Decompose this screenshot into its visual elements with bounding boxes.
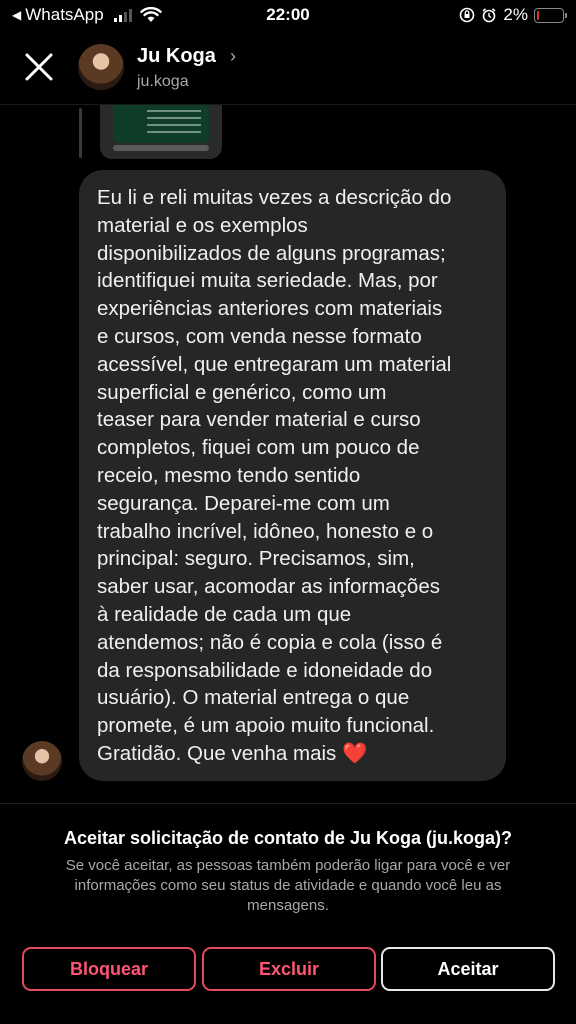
header-divider — [0, 104, 576, 105]
message-line: atendemos; não é copia e cola (isso é — [97, 630, 443, 654]
message-line: usuário). O material entrega o que — [97, 686, 410, 710]
message-line: receio, mesmo tendo sentido — [97, 463, 361, 487]
message-line: trabalho incrível, idôneo, honesto e o — [97, 519, 434, 543]
message-line: Eu li e reli muitas vezes a descrição do — [97, 186, 452, 209]
message-line: experiências anteriores com materiais — [97, 297, 443, 321]
message-line: principal: seguro. Precisamos, sim, — [97, 547, 415, 571]
message-line: material e os exemplos — [97, 213, 308, 237]
message-line: superficial e genérico, como um — [97, 380, 387, 404]
message-line: teaser para vender material e curso — [97, 408, 421, 432]
message-request-panel: Aceitar solicitação de contato de Ju Kog… — [0, 803, 576, 1024]
request-title: Aceitar solicitação de contato de Ju Kog… — [63, 828, 513, 848]
message-text: Gratidão. Que venha mais — [97, 741, 337, 765]
sender-avatar[interactable] — [22, 741, 62, 781]
block-button[interactable]: Bloquear — [22, 947, 196, 991]
message-line: da responsabilidade e idoneidade do — [97, 658, 433, 682]
chat-header: Ju Koga › ju.koga — [0, 36, 576, 100]
screenshot-preview — [113, 105, 209, 143]
message-line: completos, fiquei com um pouco de — [97, 436, 420, 460]
message-line: promete, é um apoio muito funcional. — [97, 714, 435, 738]
request-description: Se você aceitar, as pessoas também poder… — [65, 857, 511, 914]
message-line-last: Gratidão. Que venha mais ❤️ — [97, 740, 488, 768]
message-line: acessível, que entregaram um material — [97, 352, 452, 376]
message-line: à realidade de cada um que — [97, 602, 352, 626]
preview-input-bar — [113, 145, 209, 151]
shared-image-thumbnail[interactable] — [100, 105, 222, 159]
battery-percent: 2% — [503, 5, 528, 24]
accept-button[interactable]: Aceitar — [381, 947, 555, 991]
message-line: e cursos, com venda nesse formato — [97, 324, 422, 348]
message-line: disponibilizados de alguns programas; — [97, 241, 446, 265]
alarm-icon — [482, 8, 496, 23]
message-line: segurança. Deparei-me com um — [97, 491, 390, 515]
avatar[interactable] — [78, 44, 124, 90]
heart-icon: ❤️ — [342, 741, 368, 765]
message-line: saber usar, acomodar as informações — [97, 575, 440, 599]
close-icon[interactable] — [22, 50, 56, 84]
status-bar: ◀ WhatsApp 22:00 2% — [0, 0, 576, 30]
message-line: identifiquei muita seriedade. Mas, por — [97, 269, 438, 293]
contact-username: ju.koga — [137, 73, 189, 90]
message-bubble[interactable]: Eu li e reli muitas vezes a descrição do… — [79, 170, 506, 781]
orientation-lock-icon — [460, 7, 475, 23]
contact-name[interactable]: Ju Koga — [137, 45, 216, 68]
chevron-right-icon[interactable]: › — [230, 46, 236, 67]
reply-indicator — [79, 108, 82, 158]
delete-button[interactable]: Excluir — [202, 947, 376, 991]
battery-icon — [534, 7, 567, 23]
